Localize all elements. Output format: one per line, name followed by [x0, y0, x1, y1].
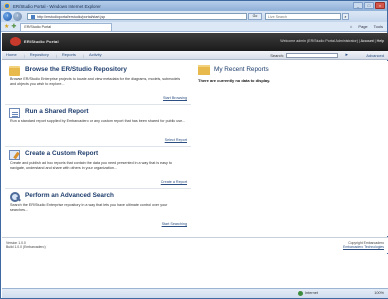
zoom-level[interactable]: 100% — [374, 290, 384, 297]
brand-name: ER/Studio Portal — [24, 39, 59, 44]
home-icon[interactable]: ⌂ — [350, 23, 352, 31]
welcome-text: Welcome admin (ER/Studio Portal Administ… — [280, 39, 358, 43]
embarcadero-logo-icon — [10, 37, 21, 46]
task-title[interactable]: Run a Shared Report — [25, 108, 89, 115]
task-description: Browse ER/Studio Enterprise projects to … — [10, 77, 181, 86]
custom-report-icon — [9, 150, 20, 160]
footer-version: Version 1.0.0 Build 1.0.0 (Embarcadero) — [6, 241, 46, 249]
report-icon — [9, 108, 20, 118]
forward-button[interactable]: › — [13, 12, 22, 21]
nav-separator: | — [82, 52, 84, 58]
zone-text: Internet — [305, 291, 318, 295]
live-search-go-icon[interactable]: ⌕ — [342, 13, 349, 20]
task-title[interactable]: Perform an Advanced Search — [25, 192, 114, 199]
page-footer: Version 1.0.0 Build 1.0.0 (Embarcadero) … — [2, 237, 388, 253]
command-tools[interactable]: Tools — [374, 23, 383, 31]
command-bar: ⌂ Page Tools — [350, 23, 383, 31]
folder-icon — [9, 66, 20, 76]
nav-separator: | — [23, 52, 25, 58]
recent-reports-title: My Recent Reports — [214, 66, 269, 73]
nav-repository[interactable]: Repository — [30, 51, 49, 59]
task-description: Run a standard report supplied by Embarc… — [10, 119, 186, 123]
window-title: ER/Studio Portal - Windows Internet Expl… — [13, 3, 101, 9]
task-list: Browse the ER/Studio Repository Browse E… — [5, 63, 191, 231]
task-browse-repository: Browse the ER/Studio Repository Browse E… — [5, 63, 191, 105]
task-run-shared-report: Run a Shared Report Run a standard repor… — [5, 105, 191, 147]
tab-erstudio-portal[interactable]: ER/Studio Portal — [20, 22, 113, 31]
advanced-search-link[interactable]: Advanced — [366, 51, 384, 60]
command-page[interactable]: Page — [358, 23, 367, 31]
footer-copyright: Copyright Embarcadero Embarcadero Techno… — [343, 241, 384, 249]
task-description: Create and publish ad hoc reports that c… — [10, 161, 172, 170]
empty-message: There are currently no data to display. — [198, 78, 271, 83]
company-link[interactable]: Embarcadero Technologies — [343, 245, 384, 249]
help-link[interactable]: Help — [377, 39, 384, 43]
search-input[interactable] — [286, 53, 338, 58]
brand-logo[interactable]: ER/Studio Portal — [10, 37, 59, 46]
close-icon[interactable]: × — [375, 2, 385, 9]
welcome-area: Welcome admin (ER/Studio Portal Administ… — [280, 39, 384, 43]
create-report-link[interactable]: Create a Report — [161, 180, 187, 184]
app-nav-bar: Home | Repository | Reports | Activity S… — [2, 51, 388, 60]
main-content: Browse the ER/Studio Repository Browse E… — [2, 61, 388, 236]
task-advanced-search: Perform an Advanced Search Search the ER… — [5, 189, 191, 231]
tab-bar: ★ ✚ ER/Studio Portal — [1, 22, 387, 32]
app-header: ER/Studio Portal Welcome admin (ER/Studi… — [2, 33, 388, 51]
ie-logo-icon — [4, 3, 10, 9]
add-favorites-icon[interactable]: ✚ — [11, 23, 16, 31]
task-title[interactable]: Create a Custom Report — [25, 150, 98, 157]
back-button[interactable]: ‹ — [3, 12, 12, 21]
start-searching-link[interactable]: Start Searching — [162, 222, 187, 226]
status-bar: Internet 100% — [2, 288, 388, 298]
address-bar[interactable]: http://erstudioportal/erstudio/portal/st… — [27, 13, 247, 20]
build-text: Build 1.0.0 (Embarcadero) — [6, 245, 46, 250]
live-search-input[interactable]: Live Search — [265, 13, 341, 20]
page-icon — [31, 14, 35, 19]
folder-icon — [198, 65, 210, 75]
nav-activity[interactable]: Activity — [89, 51, 102, 59]
go-button[interactable]: Go — [248, 13, 262, 20]
nav-home[interactable]: Home — [6, 51, 17, 59]
nav-reports[interactable]: Reports — [62, 51, 76, 59]
task-description: Search the ER/Studio Enterprise reposito… — [10, 203, 168, 212]
select-report-link[interactable]: Select Report — [165, 138, 187, 142]
security-zone: Internet — [298, 290, 342, 297]
start-browsing-link[interactable]: Start Browsing — [163, 96, 187, 100]
title-bar: ER/Studio Portal - Windows Internet Expl… — [1, 1, 387, 11]
page-blank-area — [2, 254, 388, 288]
task-create-custom-report: Create a Custom Report Create and publis… — [5, 147, 191, 189]
globe-icon — [298, 291, 303, 296]
favorites-star-icon[interactable]: ★ — [4, 23, 9, 31]
account-link[interactable]: Account — [361, 39, 374, 43]
search-go-icon[interactable]: ▸ — [345, 52, 348, 59]
minimize-icon[interactable]: _ — [353, 2, 363, 9]
maximize-icon[interactable]: □ — [364, 2, 374, 9]
browser-window: ER/Studio Portal - Windows Internet Expl… — [0, 0, 388, 299]
search-label: Search: — [270, 53, 284, 58]
window-controls: _ □ × — [353, 2, 385, 9]
address-text: http://erstudioportal/erstudio/portal/st… — [37, 14, 106, 19]
browser-nav-bar: ‹ › http://erstudioportal/erstudio/porta… — [1, 11, 387, 22]
task-title[interactable]: Browse the ER/Studio Repository — [25, 66, 127, 73]
search-icon — [9, 192, 20, 202]
nav-separator: | — [55, 52, 57, 58]
